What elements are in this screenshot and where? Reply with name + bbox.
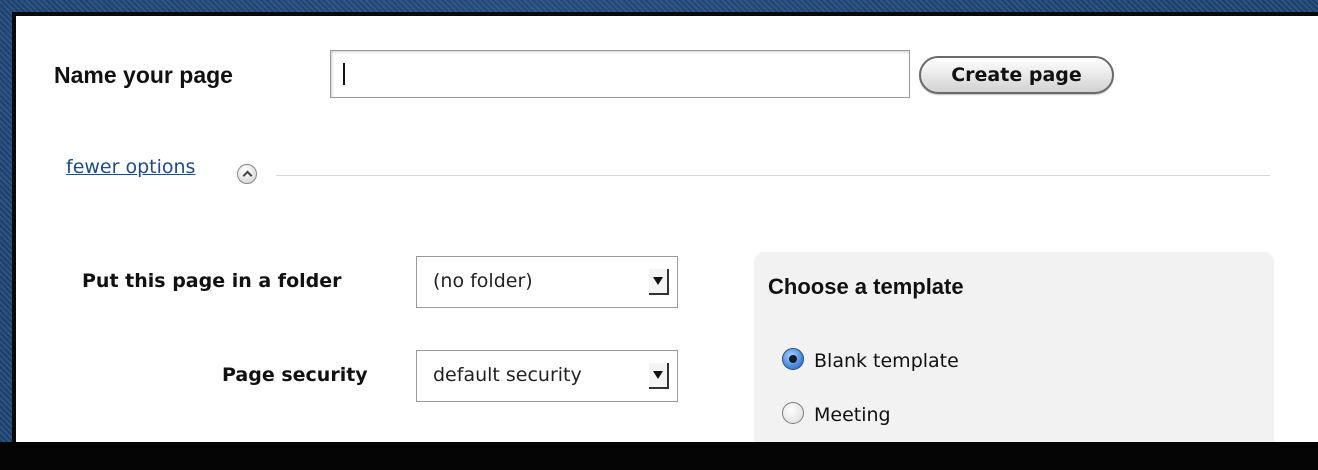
blank-template-label[interactable]: Blank template: [814, 350, 959, 372]
folder-label: Put this page in a folder: [82, 270, 342, 292]
text-caret: [343, 63, 345, 85]
create-page-panel: Name your page Create page fewer options…: [12, 12, 1318, 442]
name-your-page-label: Name your page: [54, 62, 233, 88]
security-select[interactable]: default security: [416, 350, 678, 402]
page-name-input[interactable]: [330, 50, 910, 98]
options-divider: [276, 175, 1270, 176]
security-selected-value: default security: [433, 364, 582, 386]
meeting-label[interactable]: Meeting: [814, 404, 891, 426]
choose-template-title: Choose a template: [768, 274, 964, 299]
create-page-button[interactable]: Create page: [919, 56, 1114, 94]
dropdown-arrow-icon: [649, 363, 669, 389]
folder-selected-value: (no folder): [433, 270, 533, 292]
security-label: Page security: [222, 364, 368, 386]
dropdown-arrow-icon: [649, 269, 669, 295]
chevron-up-icon[interactable]: [237, 164, 257, 184]
fewer-options-link[interactable]: fewer options: [66, 156, 195, 178]
template-chooser: Choose a template Blank template Meeting: [754, 252, 1274, 442]
radio-blank-template[interactable]: [782, 348, 804, 370]
folder-select[interactable]: (no folder): [416, 256, 678, 308]
bottom-frame-edge: [0, 442, 1318, 470]
radio-meeting[interactable]: [782, 402, 804, 424]
